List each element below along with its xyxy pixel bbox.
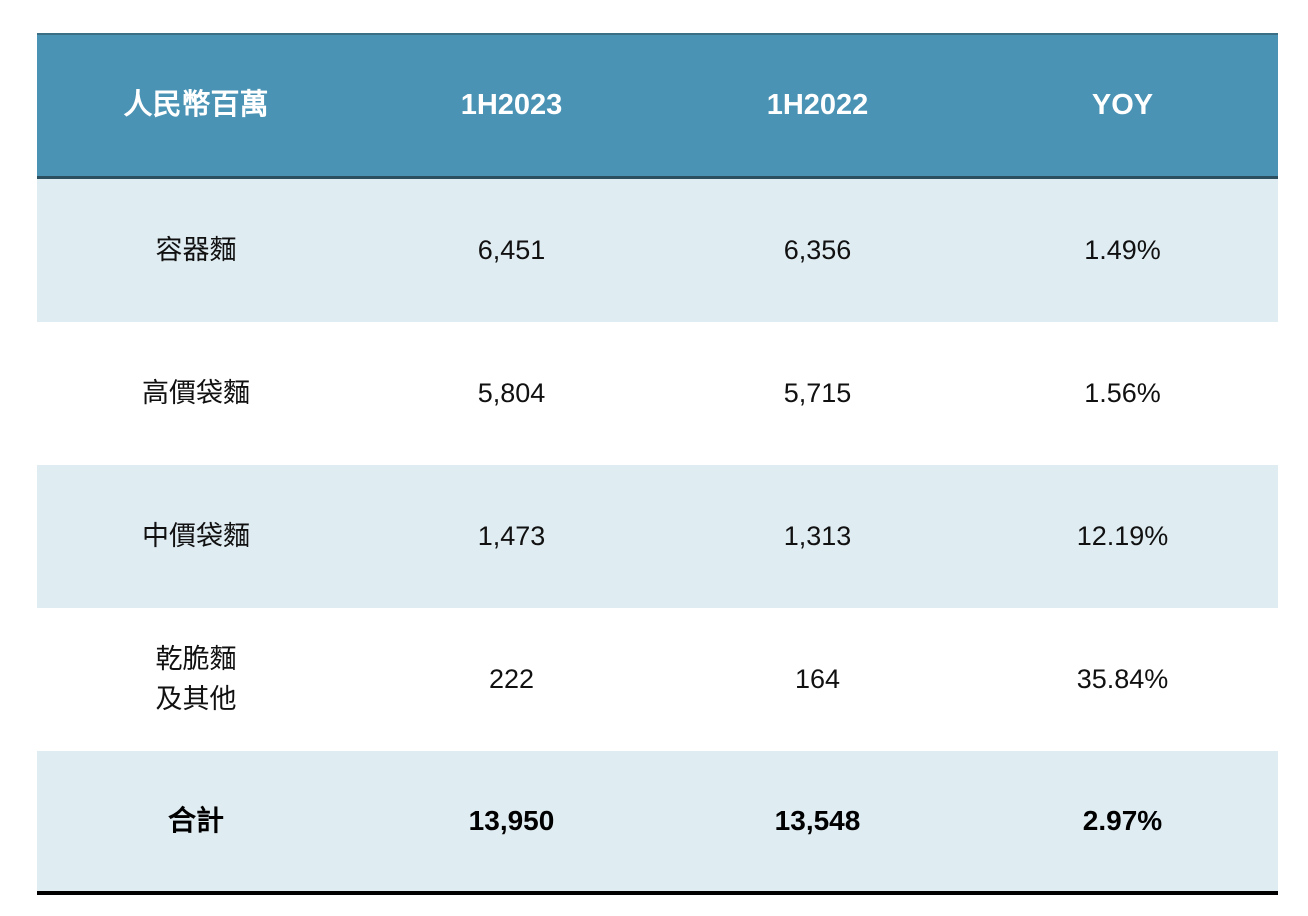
row-label: 容器麵 [155, 234, 237, 265]
total-1h2022: 13,548 [774, 804, 861, 836]
value-1h2023: 5,804 [477, 377, 546, 408]
table-header-row: 人民幣百萬 1H2023 1H2022 YOY [37, 35, 1278, 179]
value-yoy: 12.19% [1076, 520, 1169, 551]
table-row: 高價袋麵 5,804 5,715 1.56% [37, 322, 1278, 465]
value-1h2023: 1,473 [477, 520, 546, 551]
total-yoy: 2.97% [1082, 804, 1163, 836]
row-label: 中價袋麵 [142, 520, 250, 551]
value-1h2022: 6,356 [783, 234, 852, 265]
value-yoy: 1.49% [1084, 234, 1161, 265]
header-1h2022: 1H2022 [766, 89, 869, 122]
table-row: 中價袋麵 1,473 1,313 12.19% [37, 465, 1278, 608]
value-1h2022: 5,715 [783, 377, 852, 408]
total-label: 合計 [167, 804, 224, 836]
header-yoy: YOY [1091, 89, 1154, 122]
header-1h2023: 1H2023 [460, 89, 563, 122]
row-label: 乾脆麵 及其他 [155, 644, 237, 714]
table-row: 容器麵 6,451 6,356 1.49% [37, 179, 1278, 322]
header-currency-unit: 人民幣百萬 [123, 89, 269, 122]
value-yoy: 35.84% [1076, 663, 1169, 694]
value-1h2022: 1,313 [783, 520, 852, 551]
value-1h2023: 222 [488, 663, 535, 694]
table-row: 乾脆麵 及其他 222 164 35.84% [37, 608, 1278, 751]
table-total-row: 合計 13,950 13,548 2.97% [37, 751, 1278, 891]
total-1h2023: 13,950 [468, 804, 555, 836]
revenue-table: 人民幣百萬 1H2023 1H2022 YOY 容器麵 6,451 6,356 … [37, 33, 1278, 895]
value-1h2022: 164 [794, 663, 841, 694]
row-label: 高價袋麵 [142, 377, 250, 408]
value-1h2023: 6,451 [477, 234, 546, 265]
value-yoy: 1.56% [1084, 377, 1161, 408]
